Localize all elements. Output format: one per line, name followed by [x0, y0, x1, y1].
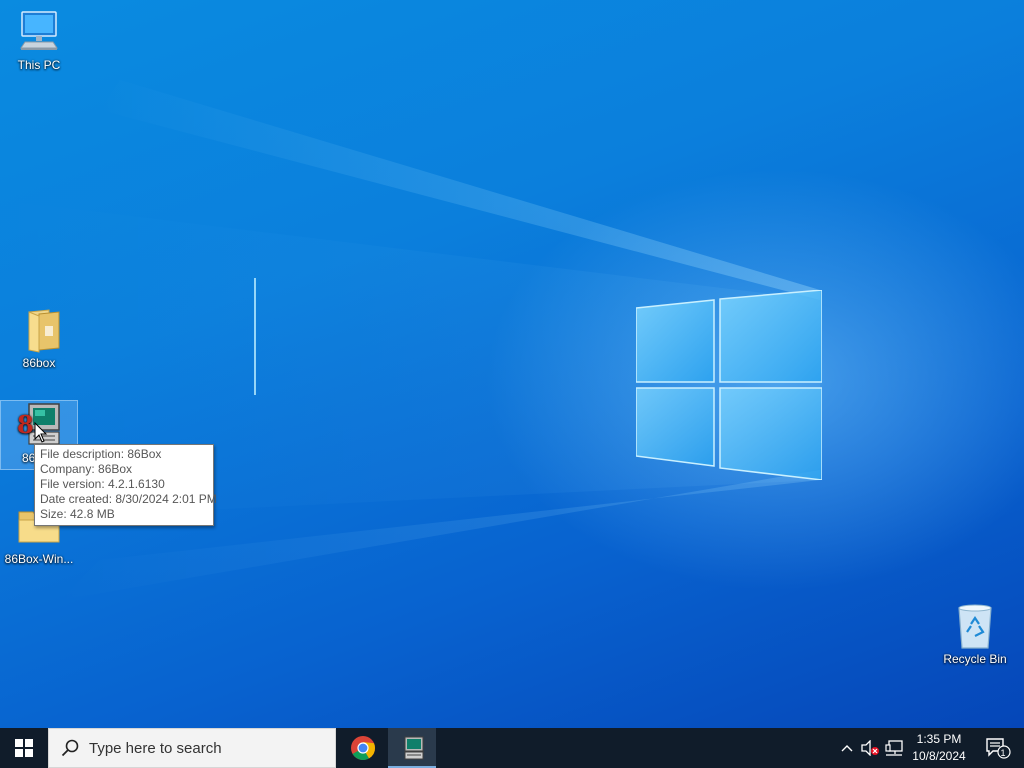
svg-text:8: 8: [17, 410, 34, 439]
desktop-icon-label: Recycle Bin: [943, 652, 1007, 666]
action-center-button[interactable]: 1: [978, 728, 1018, 768]
desktop[interactable]: This PC 86box 8 86Box 86Box-Win: [0, 0, 1024, 728]
recycle-bin-icon: [958, 604, 992, 649]
86box-app-icon: 8: [17, 403, 60, 445]
wallpaper-light-beams: [0, 80, 820, 600]
tooltip-date-created: Date created: 8/30/2024 2:01 PM: [40, 492, 217, 506]
notification-count-badge: 1: [1000, 748, 1006, 758]
tooltip-file-description: File description: 86Box: [40, 447, 162, 461]
desktop-icon-86box-folder[interactable]: 86box: [1, 306, 77, 372]
show-hidden-icons-button[interactable]: [836, 728, 858, 768]
desktop-icon-recycle-bin[interactable]: Recycle Bin: [936, 602, 1014, 670]
search-icon: [61, 739, 79, 757]
desktop-icon-label: 86box: [22, 356, 56, 370]
chevron-up-icon: [841, 745, 853, 752]
folder-icon: [28, 309, 60, 353]
volume-tray-button[interactable]: [858, 728, 882, 768]
tooltip-file-version: File version: 4.2.1.6130: [40, 477, 165, 491]
network-icon: [885, 740, 903, 756]
86box-app-icon: [404, 736, 424, 760]
desktop-icon-this-pc[interactable]: This PC: [1, 8, 77, 76]
clock-time: 1:35 PM: [916, 732, 962, 746]
taskbar-clock[interactable]: 1:35 PM 10/8/2024: [902, 728, 976, 768]
taskbar-app-86box[interactable]: [388, 728, 436, 768]
taskbar: Type here to search 1:35 PM 10/8/2024 1: [0, 728, 1024, 768]
tooltip-company: Company: 86Box: [40, 462, 133, 476]
taskbar-search-box[interactable]: Type here to search: [48, 728, 336, 768]
windows-logo-wallpaper-icon: [636, 290, 822, 480]
desktop-icon-label: 86Box-Win...: [4, 552, 74, 566]
volume-muted-icon: [861, 740, 879, 756]
tooltip-size: Size: 42.8 MB: [40, 507, 115, 521]
chrome-icon: [351, 736, 375, 761]
start-button[interactable]: [0, 728, 48, 768]
search-placeholder: Type here to search: [89, 739, 222, 757]
clock-date: 10/8/2024: [912, 749, 966, 763]
file-info-tooltip: File description: 86Box Company: 86Box F…: [34, 444, 217, 526]
taskbar-app-chrome[interactable]: [339, 728, 387, 768]
this-pc-icon: [20, 11, 58, 50]
windows-start-icon: [15, 739, 33, 757]
desktop-icon-label: This PC: [17, 58, 61, 72]
